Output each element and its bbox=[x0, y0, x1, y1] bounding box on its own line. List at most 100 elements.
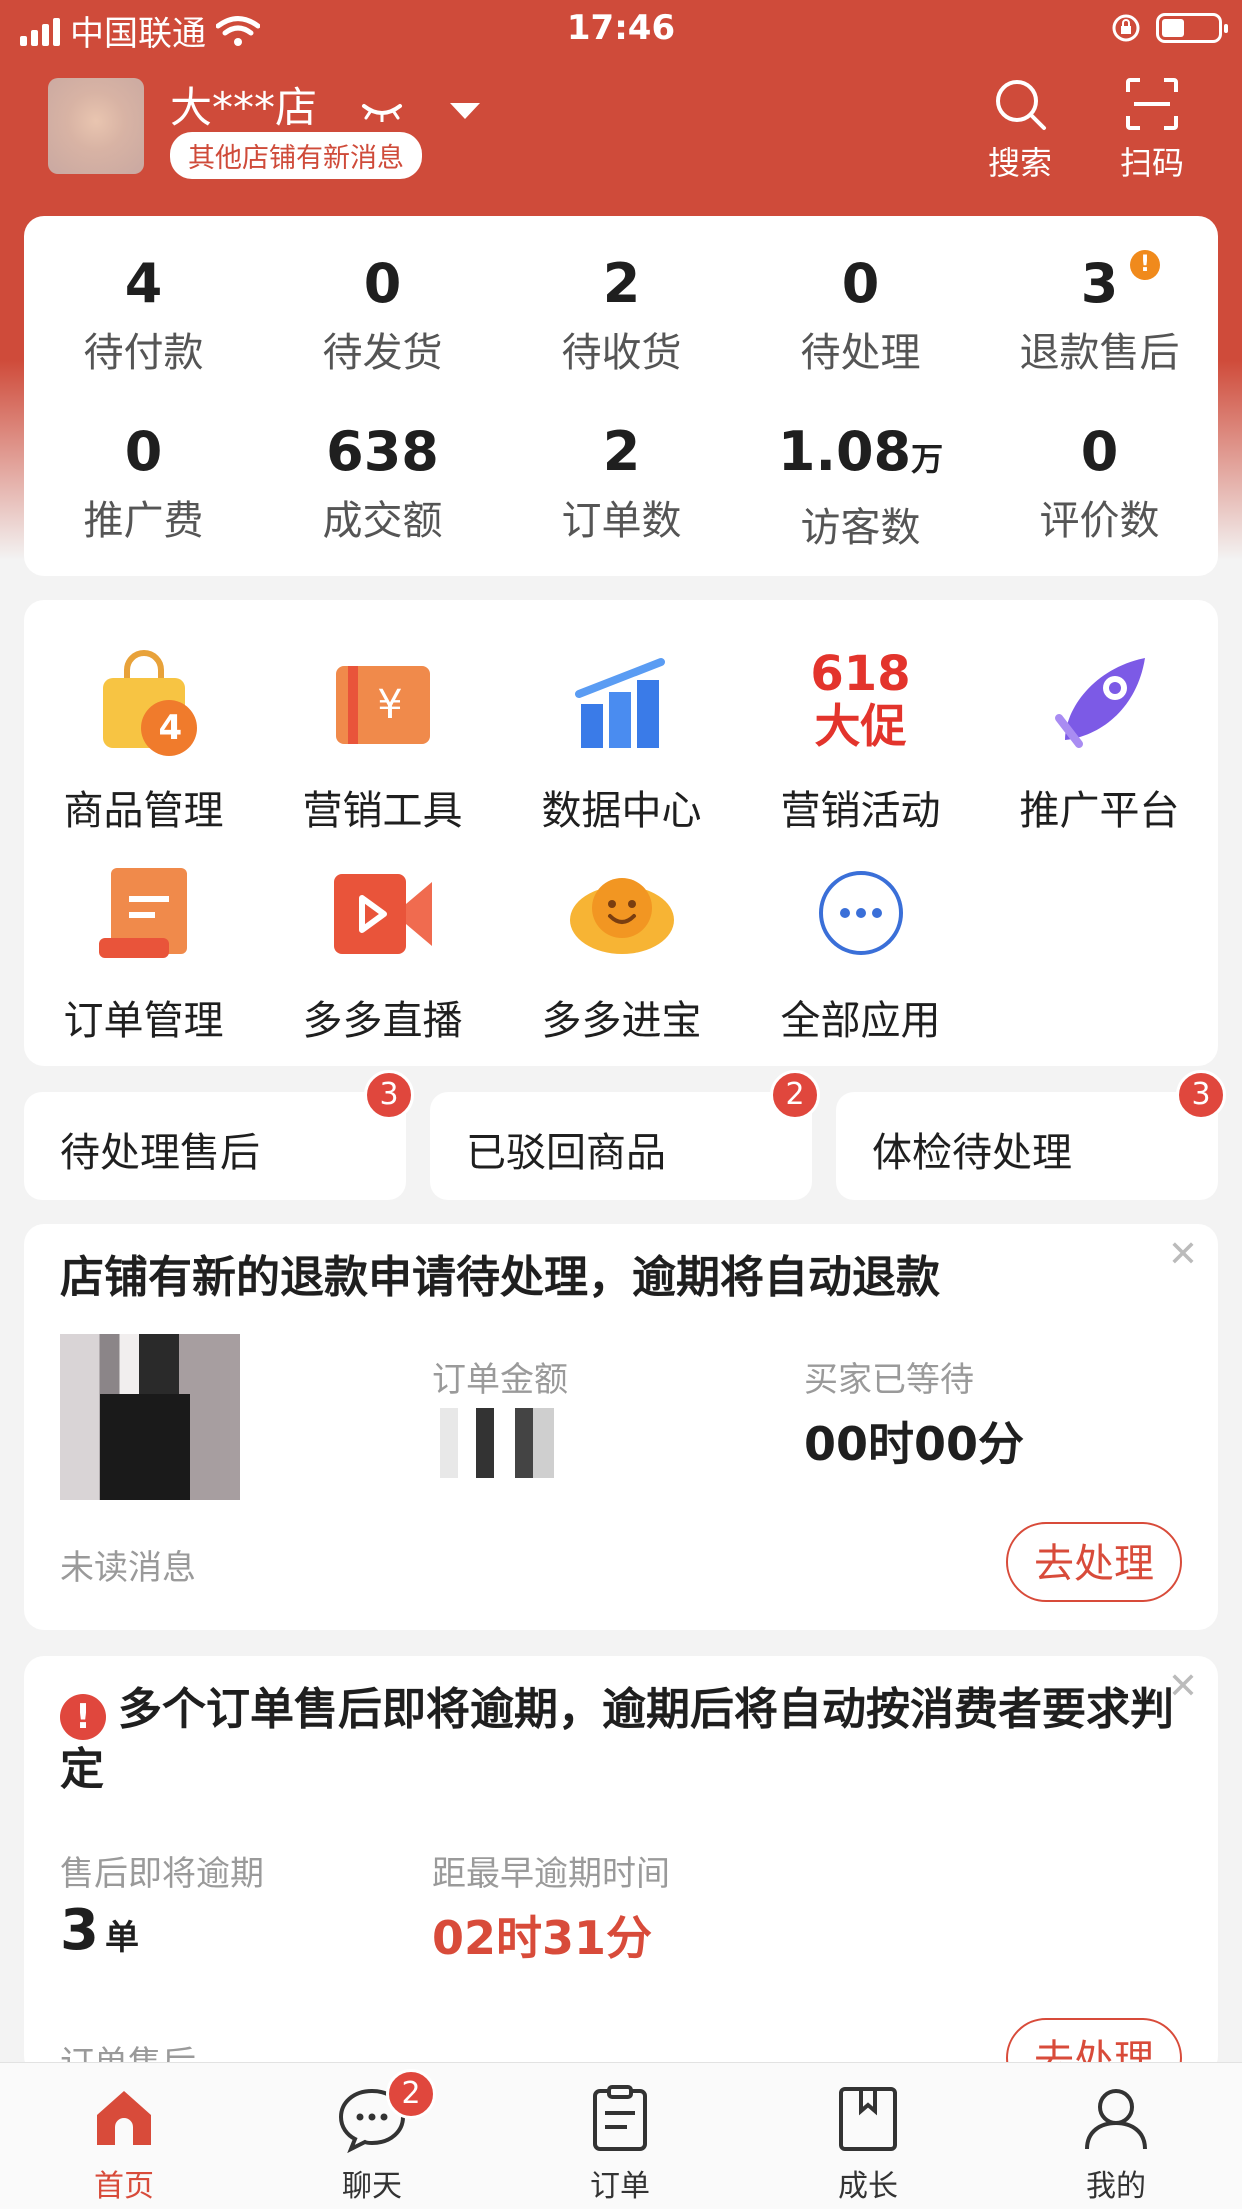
wait-value: 00时00分 bbox=[804, 1417, 1025, 1471]
tab-label: 成长 bbox=[838, 2169, 898, 2204]
search-icon bbox=[996, 80, 1046, 130]
stat-gmv[interactable]: 638 成交额 bbox=[263, 422, 502, 546]
app-data-center[interactable]: 数据中心 bbox=[502, 648, 741, 836]
app-marketing-events[interactable]: 618 大促 营销活动 bbox=[741, 648, 980, 836]
stat-value: 2 bbox=[602, 420, 641, 483]
error-icon: ! bbox=[60, 1694, 106, 1740]
stat-value: 0 bbox=[363, 252, 402, 315]
home-icon bbox=[97, 2091, 151, 2145]
quick-label: 待处理售后 bbox=[60, 1130, 260, 1176]
stat-value: 0 bbox=[841, 252, 880, 315]
app-duoduo-jinbao[interactable]: 多多进宝 bbox=[502, 858, 741, 1046]
due-number: 3 bbox=[60, 1898, 99, 1963]
product-thumbnail bbox=[60, 1334, 240, 1500]
gold-ingot-icon bbox=[567, 858, 677, 968]
promo-618-icon: 618 大促 bbox=[806, 648, 916, 758]
stat-value: 0 bbox=[1080, 420, 1119, 483]
quick-health-check[interactable]: 体检待处理 3 bbox=[836, 1070, 1226, 1200]
status-time: 17:46 bbox=[566, 8, 676, 48]
quick-label: 体检待处理 bbox=[872, 1130, 1072, 1176]
stat-label: 待处理 bbox=[800, 330, 921, 376]
bottom-tab-bar: 首页 2 聊天 订单 成长 我的 bbox=[0, 2062, 1242, 2209]
stat-value: 3 bbox=[1080, 252, 1119, 315]
tab-growth[interactable]: 成长 bbox=[744, 2083, 992, 2205]
visitor-value: 1.08 bbox=[777, 420, 912, 483]
tab-label: 订单 bbox=[590, 2169, 650, 2204]
svg-text:¥: ¥ bbox=[377, 682, 402, 728]
stat-pending-shipment[interactable]: 0 待发货 bbox=[263, 254, 502, 378]
stat-order-count[interactable]: 2 订单数 bbox=[502, 422, 741, 546]
hide-eye-icon[interactable] bbox=[360, 91, 404, 131]
visitor-unit: 万 bbox=[911, 440, 944, 478]
app-order-management[interactable]: 订单管理 bbox=[24, 858, 263, 1046]
notice-title: 店铺有新的退款申请待处理，逾期将自动退款 bbox=[60, 1252, 940, 1303]
stat-reviews[interactable]: 0 评价数 bbox=[980, 422, 1219, 546]
app-promotion-platform[interactable]: 推广平台 bbox=[980, 648, 1219, 836]
coupon-icon: ¥ bbox=[328, 648, 438, 758]
app-label: 多多直播 bbox=[302, 998, 463, 1044]
stat-pending-payment[interactable]: 4 待付款 bbox=[24, 254, 263, 378]
battery-icon bbox=[1156, 13, 1228, 43]
stat-label: 退款售后 bbox=[1019, 330, 1180, 376]
quick-aftersale[interactable]: 待处理售后 3 bbox=[24, 1070, 414, 1200]
stat-label: 成交额 bbox=[322, 498, 443, 544]
app-all-apps[interactable]: 全部应用 bbox=[741, 858, 980, 1046]
scan-label: 扫码 bbox=[1119, 144, 1184, 182]
app-label: 多多进宝 bbox=[541, 998, 702, 1044]
app-marketing-tools[interactable]: ¥ 营销工具 bbox=[263, 648, 502, 836]
refund-notice-card: 店铺有新的退款申请待处理，逾期将自动退款 ✕ 订单金额 买家已等待 00时00分… bbox=[24, 1224, 1218, 1630]
shop-avatar[interactable] bbox=[48, 78, 144, 174]
due-value: 3单 bbox=[60, 1898, 139, 1963]
stat-value: 2 bbox=[602, 252, 641, 315]
rocket-icon bbox=[1045, 648, 1155, 758]
app-label: 数据中心 bbox=[541, 788, 702, 834]
search-label: 搜索 bbox=[987, 144, 1052, 182]
close-icon[interactable]: ✕ bbox=[1168, 1234, 1198, 1275]
scan-button[interactable]: 扫码 bbox=[1107, 76, 1197, 184]
app-live-stream[interactable]: 多多直播 bbox=[263, 858, 502, 1046]
app-product-management[interactable]: 4 商品管理 bbox=[24, 648, 263, 836]
quick-badge: 3 bbox=[364, 1070, 414, 1120]
wait-label: 买家已等待 bbox=[804, 1360, 974, 1400]
stat-label: 访客数 bbox=[800, 505, 921, 551]
alert-icon: ! bbox=[1130, 250, 1160, 280]
bar-chart-icon bbox=[567, 648, 677, 758]
tab-chat[interactable]: 2 聊天 bbox=[248, 2069, 496, 2205]
stat-value: 638 bbox=[326, 420, 439, 483]
tab-label: 聊天 bbox=[342, 2169, 402, 2204]
tab-label: 首页 bbox=[94, 2169, 154, 2204]
overdue-title: ! 多个订单售后即将逾期，逾期后将自动按消费者要求判定 bbox=[60, 1680, 1190, 1800]
chevron-down-icon[interactable] bbox=[449, 102, 480, 119]
quick-rejected-products[interactable]: 已驳回商品 2 bbox=[430, 1070, 820, 1200]
process-button[interactable]: 去处理 bbox=[1006, 1522, 1182, 1602]
stat-label: 待发货 bbox=[322, 330, 443, 376]
other-shop-notice[interactable]: 其他店铺有新消息 bbox=[170, 132, 422, 179]
stat-label: 订单数 bbox=[561, 498, 682, 544]
tab-home[interactable]: 首页 bbox=[0, 2083, 248, 2205]
search-button[interactable]: 搜索 bbox=[975, 76, 1065, 184]
app-badge: 4 bbox=[158, 708, 183, 748]
tab-mine[interactable]: 我的 bbox=[992, 2083, 1240, 2205]
stat-pending-receipt[interactable]: 2 待收货 bbox=[502, 254, 741, 378]
app-label: 订单管理 bbox=[63, 998, 224, 1044]
live-video-icon bbox=[328, 858, 438, 968]
stat-pending-process[interactable]: 0 待处理 bbox=[741, 254, 980, 378]
close-icon[interactable]: ✕ bbox=[1168, 1666, 1198, 1707]
stat-label: 待付款 bbox=[83, 330, 204, 376]
stat-label: 评价数 bbox=[1039, 498, 1160, 544]
stat-refund-aftersale[interactable]: 3 退款售后 ! bbox=[980, 250, 1219, 378]
stat-value: 0 bbox=[124, 420, 163, 483]
user-icon bbox=[1085, 2089, 1147, 2150]
app-label: 推广平台 bbox=[1019, 788, 1180, 834]
stat-promo-fee[interactable]: 0 推广费 bbox=[24, 422, 263, 546]
tab-orders[interactable]: 订单 bbox=[496, 2083, 744, 2205]
promo-bottom-text: 大促 bbox=[814, 699, 907, 753]
order-icon bbox=[593, 2085, 647, 2151]
shop-switcher[interactable]: 大***店 bbox=[170, 74, 480, 135]
app-label: 营销工具 bbox=[302, 788, 463, 834]
stat-visitors[interactable]: 1.08万 访客数 bbox=[741, 422, 980, 553]
tab-label: 我的 bbox=[1086, 2169, 1146, 2204]
rotation-lock-icon bbox=[1112, 14, 1140, 42]
status-right bbox=[1110, 12, 1228, 44]
stats-card: 4 待付款 0 待发货 2 待收货 0 待处理 3 退款售后 ! 0 推广费 6… bbox=[24, 216, 1218, 576]
